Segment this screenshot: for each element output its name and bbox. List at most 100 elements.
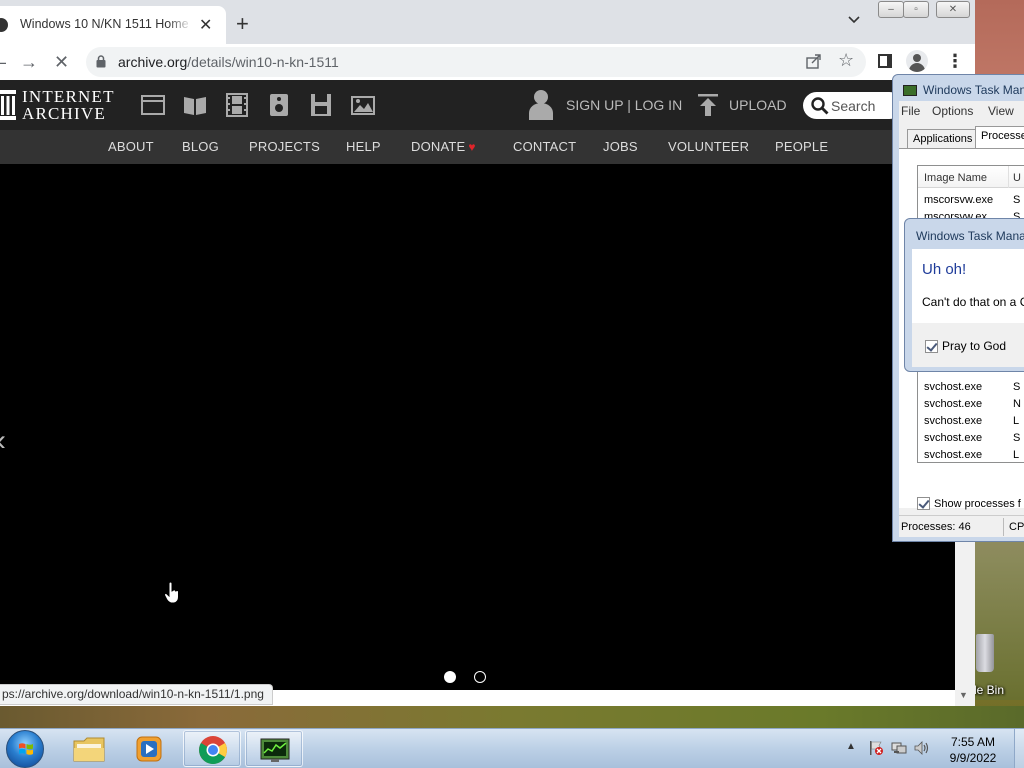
start-button[interactable] — [6, 730, 44, 768]
browser-tab[interactable]: Windows 10 N/KN 1511 Home and ✕ — [0, 6, 226, 44]
nav-donate[interactable]: DONATE ♥ — [411, 139, 476, 154]
windows-logo-icon — [19, 743, 33, 755]
process-row-name[interactable]: svchost.exe — [924, 432, 982, 444]
forward-icon[interactable]: → — [20, 52, 38, 72]
taskbar-chrome[interactable] — [183, 730, 241, 767]
web-icon[interactable] — [140, 92, 166, 118]
tab-search-chevron-icon[interactable] — [848, 14, 860, 26]
taskbar: ▲ 7:55 AM 9/9/2022 — [0, 728, 1024, 768]
stop-loading-icon[interactable]: ✕ — [54, 52, 69, 72]
search-icon[interactable] — [811, 97, 829, 115]
back-icon[interactable]: – — [0, 52, 6, 72]
volume-icon[interactable] — [914, 740, 930, 756]
taskbar-explorer[interactable] — [60, 730, 118, 767]
window-controls: – ▫ ✕ — [878, 1, 970, 19]
pray-checkbox-label: Pray to God — [942, 339, 1007, 353]
menu-options[interactable]: Options — [932, 104, 973, 118]
ia-nav-bar: ABOUT BLOG PROJECTS HELP DONATE ♥ CONTACT… — [0, 130, 975, 164]
carousel-dot-1[interactable] — [444, 671, 456, 683]
process-row-name[interactable]: svchost.exe — [924, 398, 982, 410]
browser-window: Windows 10 N/KN 1511 Home and ✕ + – ▫ ✕ … — [0, 0, 975, 706]
process-row-name[interactable]: svchost.exe — [924, 381, 982, 393]
images-icon[interactable] — [350, 92, 376, 118]
browser-menu-icon[interactable]: ⋮ — [946, 52, 964, 70]
process-row-name[interactable]: svchost.exe — [924, 449, 982, 461]
action-center-flag-icon[interactable] — [868, 740, 884, 756]
task-manager-icon — [260, 738, 290, 762]
share-icon[interactable] — [806, 53, 822, 69]
close-window-button[interactable]: ✕ — [936, 1, 970, 18]
dialog-body: Uh oh! Can't do that on a C — [912, 249, 1024, 323]
menu-file[interactable]: File — [901, 104, 920, 118]
media-player-icon — [136, 736, 162, 762]
ia-logo[interactable]: INTERNET ARCHIVE — [0, 88, 120, 122]
upload-icon[interactable] — [698, 94, 718, 116]
process-list-header: Image Name U — [918, 166, 1024, 188]
show-all-processes-checkbox[interactable]: Show processes f — [917, 497, 1021, 510]
user-icon[interactable] — [528, 89, 554, 121]
process-row-name[interactable]: mscorsvw.exe — [924, 194, 993, 206]
column-user[interactable]: U — [1013, 172, 1021, 184]
search-input[interactable] — [831, 96, 895, 115]
tab-processes[interactable]: Processes — [975, 126, 1024, 149]
nav-donate-label: DONATE — [411, 139, 466, 154]
url-path: /details/win10-n-kn-1511 — [187, 54, 339, 70]
nav-projects[interactable]: PROJECTS — [249, 139, 320, 154]
status-divider — [1003, 518, 1004, 536]
nav-about[interactable]: ABOUT — [108, 139, 154, 154]
software-icon[interactable] — [308, 92, 334, 118]
new-tab-icon[interactable]: + — [236, 13, 249, 35]
tray-expand-icon[interactable]: ▲ — [846, 741, 856, 752]
nav-people[interactable]: PEOPLE — [775, 139, 828, 154]
column-image-name[interactable]: Image Name — [924, 172, 987, 184]
show-processes-label: Show processes f — [934, 498, 1021, 510]
profile-avatar-icon[interactable] — [906, 50, 928, 72]
taskbar-task-manager[interactable] — [245, 730, 303, 767]
show-desktop-button[interactable] — [1014, 729, 1024, 768]
nav-blog[interactable]: BLOG — [182, 139, 219, 154]
nav-help[interactable]: HELP — [346, 139, 381, 154]
tab-close-icon[interactable]: ✕ — [199, 15, 212, 35]
audio-icon[interactable] — [266, 92, 292, 118]
nav-contact[interactable]: CONTACT — [513, 139, 576, 154]
sign-up-login-link[interactable]: SIGN UP | LOG IN — [566, 97, 682, 113]
pray-checkbox[interactable]: Pray to God — [925, 339, 1006, 353]
video-icon[interactable] — [224, 92, 250, 118]
process-count: Processes: 46 — [901, 521, 971, 533]
task-manager-dialog: Windows Task Mana Uh oh! Can't do that o… — [904, 218, 1024, 372]
taskbar-media-player[interactable] — [121, 730, 179, 767]
upload-link[interactable]: UPLOAD — [729, 97, 787, 113]
ia-top-bar: INTERNET ARCHIVE SIGN UP | LOG IN UPLOAD… — [0, 80, 975, 130]
system-clock[interactable]: 7:55 AM 9/9/2022 — [938, 734, 1008, 766]
carousel-dot-2[interactable] — [474, 671, 486, 683]
tab-applications[interactable]: Applications — [907, 129, 979, 149]
address-bar[interactable]: archive.org/details/win10-n-kn-1511 ☆ — [86, 47, 866, 77]
network-icon[interactable] — [891, 740, 907, 756]
texts-icon[interactable] — [182, 92, 208, 118]
ia-logo-line2: ARCHIVE — [22, 104, 106, 123]
maximize-button[interactable]: ▫ — [903, 1, 929, 18]
scroll-down-icon[interactable]: ▼ — [959, 690, 968, 700]
column-divider[interactable] — [1008, 166, 1009, 188]
tab-strip: Windows 10 N/KN 1511 Home and ✕ + – ▫ ✕ — [0, 0, 975, 44]
recycle-bin-shortcut[interactable]: le Bin — [972, 632, 1024, 702]
ia-logo-text: INTERNET ARCHIVE — [22, 88, 115, 122]
recycle-bin-icon — [976, 634, 994, 672]
task-manager-statusbar: Processes: 46 CP — [899, 515, 1024, 537]
recycle-bin-label: le Bin — [974, 683, 1005, 697]
minimize-button[interactable]: – — [878, 1, 904, 18]
nav-volunteer[interactable]: VOLUNTEER — [668, 139, 749, 154]
ia-logo-line1: INTERNET — [22, 87, 115, 106]
menu-view[interactable]: View — [988, 104, 1014, 118]
chrome-icon — [199, 736, 227, 764]
desktop-wallpaper-strip — [0, 706, 1024, 728]
checkbox-checked-icon — [917, 497, 930, 510]
nav-jobs[interactable]: JOBS — [603, 139, 638, 154]
bookmark-star-icon[interactable]: ☆ — [838, 50, 854, 71]
process-row-user: S — [1013, 432, 1021, 444]
browser-toolbar: – → ✕ archive.org/details/win10-n-kn-151… — [0, 44, 975, 80]
carousel-prev-icon[interactable]: ‹ — [0, 424, 6, 458]
image-carousel[interactable]: ‹ — [0, 164, 955, 690]
process-row-name[interactable]: svchost.exe — [924, 415, 982, 427]
side-panel-icon[interactable] — [878, 54, 892, 68]
